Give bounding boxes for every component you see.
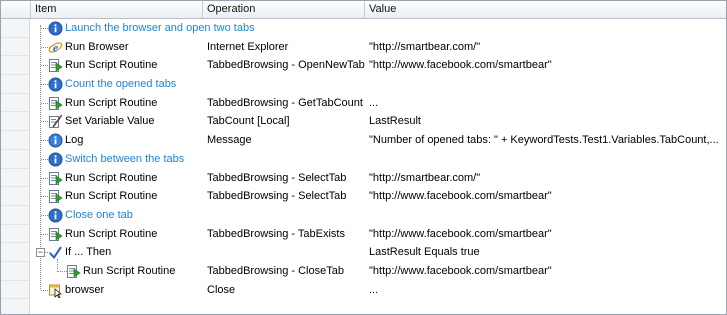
- checkmark-icon: [48, 245, 63, 260]
- collapse-toggle-icon[interactable]: −: [36, 248, 45, 258]
- test-steps-list: Launch the browser and open two tabs e Run…: [1, 19, 726, 299]
- step-item-label: Close one tab: [65, 208, 133, 221]
- step-operation: Internet Explorer: [207, 40, 289, 53]
- step-value: "http://smartbear.com/": [369, 171, 481, 184]
- step-operation: TabbedBrowsing - TabExists: [207, 227, 345, 240]
- test-step-row[interactable]: Run Script Routine TabbedBrowsing - Selec…: [1, 187, 726, 206]
- step-value: "http://www.facebook.com/smartbear": [369, 264, 552, 277]
- run-script-icon: [48, 227, 63, 242]
- step-item-label: Run Script Routine: [65, 190, 158, 203]
- step-item-label: Run Script Routine: [65, 227, 158, 240]
- info-icon: [48, 21, 63, 36]
- test-step-row[interactable]: Set Variable Value TabCount [Local] LastRe…: [1, 112, 726, 131]
- test-step-row[interactable]: Log Message "Number of opened tabs: " + Ke…: [1, 131, 726, 150]
- test-step-row[interactable]: Run Script Routine TabbedBrowsing - OpenN…: [1, 56, 726, 75]
- comment-row[interactable]: Switch between the tabs: [1, 150, 726, 169]
- test-step-row[interactable]: Run Script Routine TabbedBrowsing - GetTa…: [1, 94, 726, 113]
- column-header-operation[interactable]: Operation: [203, 1, 365, 18]
- step-item-label: Run Script Routine: [65, 59, 158, 72]
- browser-icon: [48, 283, 63, 298]
- step-item-label: Run Script Routine: [83, 264, 176, 277]
- test-step-row[interactable]: Run Script Routine TabbedBrowsing - Close…: [1, 262, 726, 281]
- step-item-label: Set Variable Value: [65, 115, 155, 128]
- comment-row[interactable]: Count the opened tabs: [1, 75, 726, 94]
- step-item-label: Count the opened tabs: [65, 78, 177, 91]
- info-icon: [48, 208, 63, 223]
- step-value: "http://www.facebook.com/smartbear": [369, 190, 552, 203]
- step-item-label: Run Script Routine: [65, 171, 158, 184]
- step-value: "Number of opened tabs: " + KeywordTests…: [369, 134, 719, 147]
- header-gutter: [1, 1, 31, 18]
- comment-row[interactable]: Close one tab: [1, 206, 726, 225]
- column-header-value[interactable]: Value: [365, 1, 726, 18]
- test-step-row[interactable]: − If ... Then LastResult Equals true: [1, 243, 726, 262]
- step-item-label: browser: [65, 283, 105, 296]
- set-variable-icon: [48, 114, 63, 129]
- run-script-icon: [48, 171, 63, 186]
- column-header: Item Operation Value: [1, 1, 726, 19]
- step-item-label: Switch between the tabs: [65, 152, 185, 165]
- step-item-label: Log: [65, 134, 84, 147]
- step-item-label: Run Script Routine: [65, 96, 158, 109]
- test-step-row[interactable]: e Run Browser Internet Explorer "http://sma…: [1, 38, 726, 57]
- step-value: LastResult Equals true: [369, 246, 480, 259]
- run-script-icon: [48, 96, 63, 111]
- step-item-label: Launch the browser and open two tabs: [65, 22, 255, 34]
- step-operation: TabbedBrowsing - SelectTab: [207, 190, 347, 203]
- column-header-item[interactable]: Item: [31, 1, 203, 18]
- step-operation: TabbedBrowsing - OpenNewTab: [207, 59, 365, 72]
- keyword-test-editor: Item Operation Value Launch the browser …: [0, 0, 727, 315]
- run-script-icon: [48, 58, 63, 73]
- step-operation: Close: [207, 283, 236, 296]
- step-operation: TabbedBrowsing - SelectTab: [207, 171, 347, 184]
- step-operation: TabCount [Local]: [207, 115, 290, 128]
- step-value: "http://www.facebook.com/smartbear": [369, 227, 552, 240]
- step-operation: TabbedBrowsing - GetTabCount: [207, 96, 363, 109]
- log-icon: [48, 133, 63, 148]
- run-script-icon: [48, 189, 63, 204]
- step-value: "http://www.facebook.com/smartbear": [369, 59, 552, 72]
- step-item-label: Run Browser: [65, 40, 129, 53]
- step-value: "http://smartbear.com/": [369, 40, 481, 53]
- step-value: LastResult: [369, 115, 421, 128]
- test-step-row[interactable]: browser Close...: [1, 281, 726, 300]
- svg-text:e: e: [53, 40, 59, 54]
- test-step-row[interactable]: Run Script Routine TabbedBrowsing - TabEx…: [1, 225, 726, 244]
- info-icon: [48, 77, 63, 92]
- step-item-label: If ... Then: [65, 246, 112, 259]
- info-icon: [48, 152, 63, 167]
- step-value: ...: [369, 283, 379, 296]
- step-operation: TabbedBrowsing - CloseTab: [207, 264, 344, 277]
- internet-explorer-icon: e: [48, 40, 63, 55]
- step-operation: Message: [207, 134, 252, 147]
- step-value: ...: [369, 96, 379, 109]
- step-operation: [207, 243, 365, 262]
- test-step-row[interactable]: Run Script Routine TabbedBrowsing - Selec…: [1, 169, 726, 188]
- comment-row[interactable]: Launch the browser and open two tabs: [1, 19, 726, 38]
- run-script-icon: [66, 264, 81, 279]
